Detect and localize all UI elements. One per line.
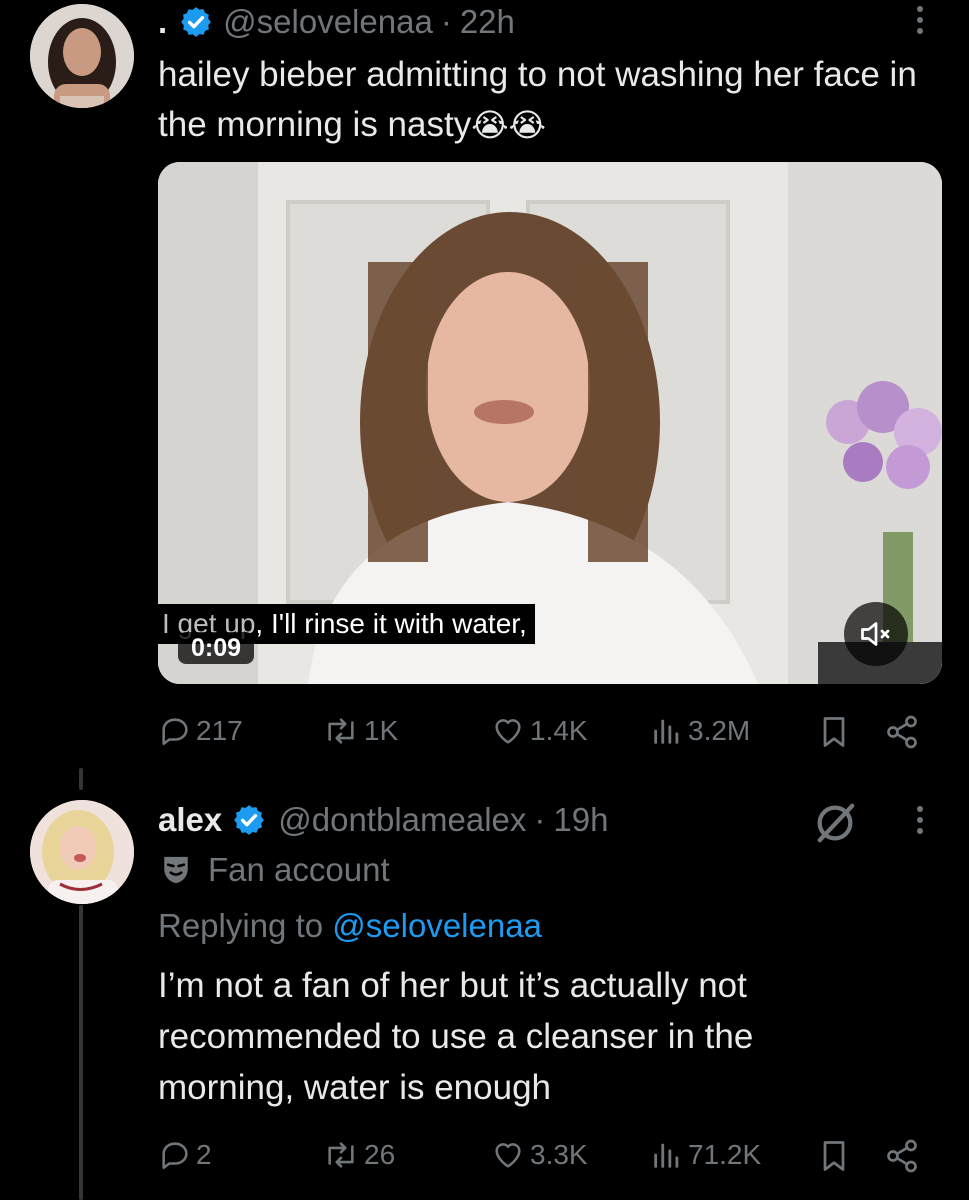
reply-bookmark-icon xyxy=(823,1141,845,1171)
fan-account-label: Fan account xyxy=(208,851,390,888)
replying-to-prefix: Replying to xyxy=(158,907,324,944)
reply-repost-button[interactable]: 26 xyxy=(322,1138,395,1172)
avatar[interactable] xyxy=(30,4,134,108)
repost-icon xyxy=(328,718,354,744)
replying-to: Replying to @selovelenaa xyxy=(158,904,542,948)
bookmark-icon xyxy=(823,717,845,747)
speaker-muted-icon xyxy=(861,622,890,646)
share-button[interactable] xyxy=(884,714,920,755)
views-button[interactable]: 3.2M xyxy=(650,714,750,748)
reply-share-icon xyxy=(887,1139,917,1173)
like-button[interactable]: 1.4K xyxy=(490,714,588,748)
reply-display-name[interactable]: alex xyxy=(158,801,222,839)
separator-dot: · xyxy=(440,3,452,40)
reply-like-count: 3.3K xyxy=(530,1139,588,1170)
reply-avatar[interactable] xyxy=(30,800,134,904)
display-name[interactable]: . xyxy=(158,3,167,41)
heart-icon xyxy=(495,719,521,744)
reply-share-button[interactable] xyxy=(884,1138,920,1179)
caption-part-2: , I'll rinse it with water, xyxy=(255,608,527,639)
reply-reply-icon xyxy=(162,1142,188,1170)
reply-like-button[interactable]: 3.3K xyxy=(490,1138,588,1172)
crying-emoji-icon: 😭😭 xyxy=(471,107,546,143)
video-player[interactable]: I get up, I'll rinse it with water, 0:09 xyxy=(158,162,942,684)
thread-line-bottom xyxy=(79,905,83,1200)
repost-button[interactable]: 1K xyxy=(322,714,398,748)
tweet-header: . @selovelenaa · 22h xyxy=(158,2,515,42)
repost-count: 1K xyxy=(364,715,399,746)
reply-header: alex @dontblamealex · 19h xyxy=(158,798,608,842)
grok-icon[interactable] xyxy=(812,800,858,851)
reply-views-chart-icon xyxy=(654,1143,679,1168)
reply-views-button[interactable]: 71.2K xyxy=(650,1138,761,1172)
mute-button[interactable] xyxy=(844,602,908,666)
more-options-icon[interactable] xyxy=(917,6,923,34)
reply-reply-button[interactable]: 2 xyxy=(158,1138,212,1172)
share-icon xyxy=(887,715,917,749)
reply-button[interactable]: 217 xyxy=(158,714,243,748)
replying-to-link[interactable]: @selovelenaa xyxy=(332,907,542,944)
reply-avatar-image xyxy=(30,800,134,904)
verified-badge-icon xyxy=(179,5,213,39)
fan-account-badge: Fan account xyxy=(160,848,390,892)
reply-separator-dot: · xyxy=(534,801,546,838)
views-count: 3.2M xyxy=(688,715,751,746)
reply-handle[interactable]: @dontblamealex xyxy=(278,801,526,839)
views-chart-icon xyxy=(654,719,679,744)
mask-icon xyxy=(164,856,188,884)
tweet-text: hailey bieber admitting to not washing h… xyxy=(158,50,918,150)
like-count: 1.4K xyxy=(530,715,588,746)
reply-views-count: 71.2K xyxy=(688,1139,762,1170)
reply-heart-icon xyxy=(495,1143,521,1168)
reply-icon xyxy=(162,718,188,746)
reply-count: 217 xyxy=(196,715,243,746)
video-time-label: 0:09 xyxy=(191,634,242,662)
handle[interactable]: @selovelenaa xyxy=(223,3,433,41)
reply-repost-icon xyxy=(328,1142,354,1168)
reply-reply-count: 2 xyxy=(196,1139,212,1170)
reply-text: I’m not a fan of her but it’s actually n… xyxy=(158,966,754,1107)
thread-line-top xyxy=(79,768,83,790)
avatar-image xyxy=(30,4,134,108)
reply-bookmark-button[interactable] xyxy=(818,1138,850,1179)
reply-timestamp[interactable]: 19h xyxy=(553,801,608,839)
video-timestamp: 0:09 xyxy=(178,632,255,664)
reply-repost-count: 26 xyxy=(364,1139,396,1170)
reply-more-options-icon[interactable] xyxy=(917,806,923,834)
timestamp[interactable]: 22h xyxy=(460,3,515,41)
bookmark-button[interactable] xyxy=(818,714,850,755)
reply-verified-badge-icon xyxy=(232,803,266,837)
